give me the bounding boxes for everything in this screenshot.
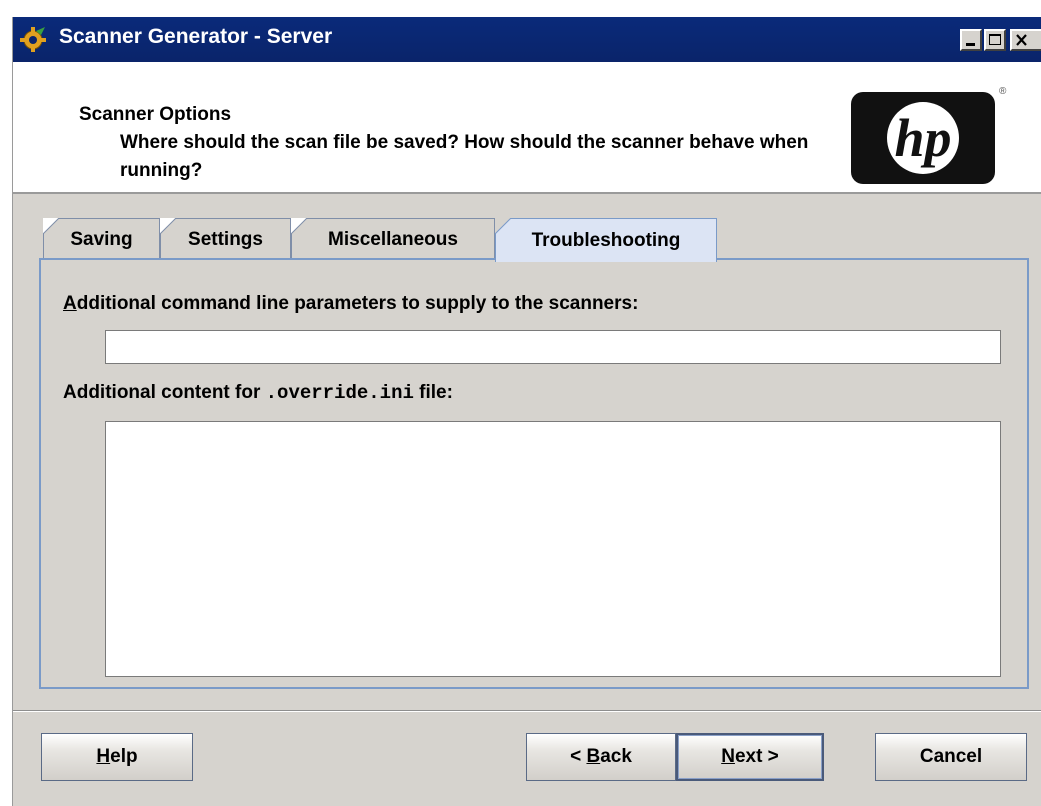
wizard-header: Scanner Options Where should the scan fi…	[13, 62, 1041, 194]
tab-corner	[495, 218, 511, 234]
title-bar[interactable]: Scanner Generator - Server	[13, 17, 1041, 62]
next-label: ext >	[734, 746, 779, 767]
hp-logo: hp	[851, 92, 995, 184]
help-mnemonic: H	[96, 746, 111, 767]
tab-label: Settings	[188, 228, 263, 250]
page-description: Where should the scan file be saved? How…	[120, 132, 809, 181]
minimize-icon	[966, 43, 975, 46]
next-mnemonic: N	[721, 746, 735, 767]
cmdline-label-mnemonic: A	[63, 293, 77, 314]
cmdline-params-input[interactable]	[105, 330, 1001, 364]
back-label: ack	[600, 746, 632, 767]
tab-miscellaneous[interactable]: Miscellaneous	[291, 218, 495, 260]
button-separator	[13, 710, 1041, 712]
cancel-button[interactable]: Cancel	[875, 733, 1027, 781]
tab-settings[interactable]: Settings	[160, 218, 291, 260]
close-icon	[1016, 34, 1027, 46]
tab-saving[interactable]: Saving	[43, 218, 160, 260]
tab-label: Saving	[70, 228, 133, 250]
override-ini-textarea[interactable]	[105, 421, 1001, 677]
tab-corner	[160, 218, 176, 234]
maximize-button[interactable]	[984, 29, 1006, 51]
override-label-filename: .override.ini	[265, 382, 414, 404]
minimize-button[interactable]	[960, 29, 982, 51]
app-gear-icon	[20, 27, 46, 52]
close-button[interactable]	[1010, 29, 1041, 51]
cmdline-label-text: dditional command line parameters to sup…	[76, 293, 639, 314]
maximize-icon	[989, 34, 1001, 45]
cancel-label: Cancel	[919, 746, 983, 767]
back-button[interactable]: < Back	[526, 733, 676, 781]
page-title: Scanner Options	[79, 104, 232, 125]
next-button[interactable]: Next >	[676, 733, 824, 781]
help-button[interactable]: Help	[41, 733, 193, 781]
hp-registered-mark: ®	[999, 86, 1007, 97]
troubleshooting-panel: Additional command line parameters to su…	[39, 258, 1029, 689]
tab-label: Troubleshooting	[531, 229, 681, 251]
tab-label: Miscellaneous	[328, 228, 458, 250]
back-prefix: <	[570, 746, 587, 767]
tab-corner	[43, 218, 59, 234]
override-ini-label: Additional content for .override.ini fil…	[63, 382, 453, 404]
override-label-prefix: Additional content for	[63, 382, 266, 403]
window-title: Scanner Generator - Server	[59, 25, 333, 48]
svg-text:hp: hp	[894, 108, 951, 168]
wizard-window: Scanner Generator - Server Scanner Optio…	[12, 17, 1041, 806]
tab-corner	[291, 218, 307, 234]
cmdline-params-label: Additional command line parameters to su…	[63, 293, 638, 315]
back-mnemonic: B	[586, 746, 601, 767]
tab-troubleshooting[interactable]: Troubleshooting	[495, 218, 717, 262]
help-label: elp	[110, 746, 138, 767]
override-label-suffix: file:	[413, 382, 453, 403]
